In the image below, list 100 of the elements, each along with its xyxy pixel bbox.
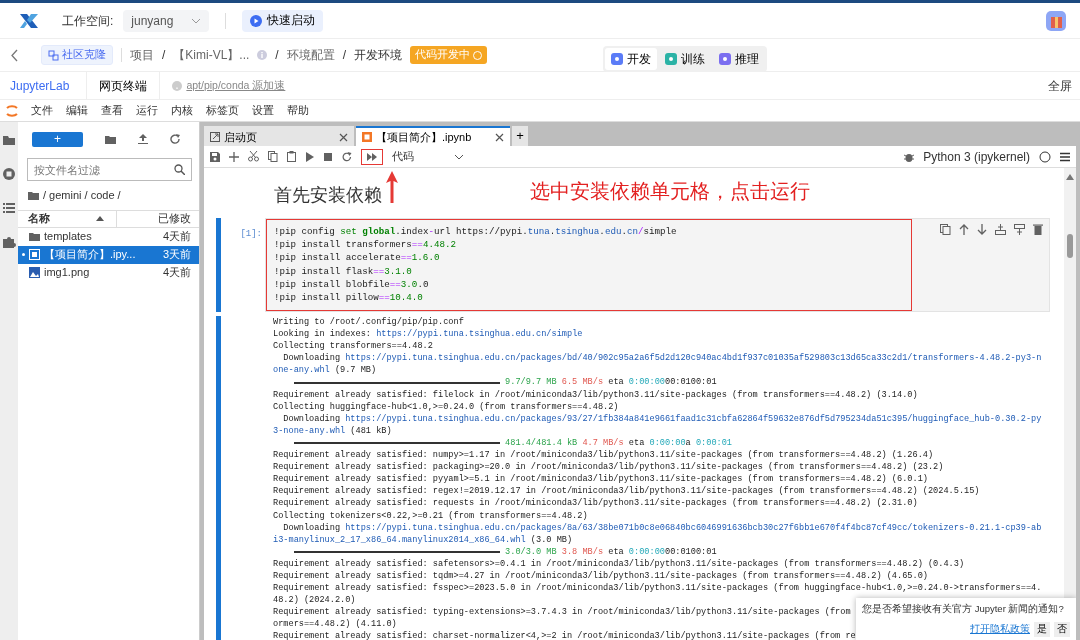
save-icon[interactable]	[210, 151, 220, 162]
code-editor[interactable]	[266, 219, 912, 311]
stop-icon[interactable]	[323, 151, 333, 162]
code-line: !pip config set global.index-url https://pypi.tuna.tsinghua.edu.cn/simple	[274, 225, 678, 239]
notification-text: 您是否希望接收有关官方 Jupyter 新闻的通知?	[862, 602, 1065, 616]
notebook-icon	[362, 132, 372, 142]
run-all-button[interactable]	[361, 148, 383, 165]
mode-tab[interactable]: 开发	[605, 48, 657, 70]
folder-icon[interactable]	[3, 134, 15, 146]
move-up-icon[interactable]	[959, 224, 969, 235]
file-modified: 4天前	[162, 229, 191, 245]
cut-icon[interactable]	[248, 151, 259, 162]
output-line: Writing to /root/.config/pip/pip.conf	[273, 316, 464, 329]
output-line: Requirement already satisfied: filelock in /root/miniconda3/lib/python3.11/site-packages (from transformers==4.48.2) (3.14.0)	[273, 388, 918, 401]
document-tab[interactable]: 【项目简介】.ipynb	[356, 126, 510, 146]
close-icon[interactable]	[495, 132, 504, 142]
progress-text: 3.0/3.0 MB 3.8 MB/s eta 0:00:0000:0100:01	[505, 545, 717, 558]
breadcrumb-item[interactable]: 开发环境	[354, 46, 403, 64]
menu-item[interactable]: 内核	[171, 102, 193, 119]
filter-field[interactable]: 按文件名过滤	[27, 158, 192, 181]
run-icon[interactable]	[305, 151, 314, 162]
notebook-icon	[29, 249, 40, 260]
fullscreen-button[interactable]: 全屏	[1048, 76, 1072, 95]
file-row[interactable]: img1.png 4天前	[18, 263, 199, 282]
output-line: Requirement already satisfied: requests in /root/miniconda3/lib/python3.11/site-packages (from transformers==4.48.2) (2.31.0)	[273, 497, 918, 510]
breadcrumb-item[interactable]: 项目	[130, 46, 154, 64]
scroll-up-icon	[1066, 174, 1074, 180]
output-line: Downloading https://pypi.tuna.tsinghua.edu.cn/packages/8a/63/38be071b0c8e06840bc6046991636bcb30c27f6bb1e670f4f4bc87cf49cc/tokenizers-0.21.1-cp39-ab	[282, 521, 1042, 534]
breadcrumb-item[interactable]: 环境配置	[286, 46, 335, 64]
mode-tab[interactable]: 训练	[659, 48, 711, 70]
sort-up-icon	[96, 216, 104, 221]
clone-tag[interactable]: 社区克隆	[41, 45, 113, 65]
breadcrumb-item[interactable]: 【Kimi-VL】...	[173, 46, 250, 64]
code-line: !pip install flask==3.1.0	[274, 264, 413, 278]
duplicate-icon[interactable]	[940, 224, 951, 235]
gift-icon	[1046, 10, 1066, 31]
breadcrumb-separator: /	[342, 47, 347, 64]
add-icon[interactable]	[229, 151, 239, 162]
output-line: Collecting huggingface-hub<1.0,>=0.24.0 (from transformers==4.48.2)	[273, 400, 619, 413]
insert-above-icon[interactable]	[995, 224, 1006, 235]
menu-icon[interactable]	[1060, 151, 1070, 162]
file-row[interactable]: 【项目简介】.ipy... 3天前	[18, 245, 199, 264]
annotation-text: 选中安装依赖单元格，点击运行	[530, 179, 810, 204]
kernel-status-icon	[1039, 150, 1051, 163]
document-tab[interactable]: 启动页	[204, 126, 354, 146]
file-name: templates	[44, 229, 92, 245]
output-line: Requirement already satisfied: fsspec>=2023.5.0 in /root/miniconda3/lib/python3.11/site-packages (from huggingface-hub<1.0,>=0.24.0->transformers==4.	[273, 582, 1042, 595]
env-tab[interactable]: JupyterLab	[0, 71, 88, 100]
scrollbar-thumb[interactable]	[1067, 234, 1073, 258]
kernel-name[interactable]: Python 3 (ipykernel)	[923, 147, 1030, 166]
new-tab-button[interactable]: +	[512, 126, 528, 146]
breadcrumb-separator: /	[162, 47, 166, 64]
output-line: Requirement already satisfied: safetensors>=0.4.1 in /root/miniconda3/lib/python3.11/site-packages (from transformers==4.48.2) (0.4.3)	[273, 557, 965, 570]
stop-circle-icon[interactable]	[3, 168, 15, 180]
close-icon[interactable]	[339, 132, 348, 142]
output-line: Requirement already satisfied: regex!=2019.12.17 in /root/miniconda3/lib/python3.11/site-packages (from transformers==4.48.2) (2024.5.15)	[273, 485, 980, 498]
privacy-link[interactable]: 打开隐私政策	[970, 622, 1030, 637]
workspace-select[interactable]: junyang	[123, 9, 210, 32]
annotation-arrow	[386, 171, 398, 203]
restart-icon[interactable]	[342, 151, 352, 162]
puzzle-icon[interactable]	[2, 236, 16, 248]
file-row[interactable]: templates 4天前	[18, 227, 199, 246]
quick-start-button[interactable]: 快速启动	[242, 9, 324, 32]
env-tab[interactable]: 网页终端	[87, 71, 161, 100]
menu-item[interactable]: 标签页	[206, 102, 239, 119]
menu-item[interactable]: 查看	[101, 102, 123, 119]
list-icon[interactable]	[3, 202, 15, 214]
menu-item[interactable]: 编辑	[66, 102, 88, 119]
menu-item[interactable]: 帮助	[287, 102, 309, 119]
launch-icon	[210, 132, 220, 142]
new-launcher-button[interactable]: +	[32, 131, 83, 147]
output-line: Requirement already satisfied: numpy>=1.17 in /root/miniconda3/lib/python3.11/site-packages (from transformers==4.48.2) (1.26.4)	[273, 449, 934, 462]
menu-item[interactable]: 文件	[31, 102, 53, 119]
refresh-icon[interactable]	[170, 133, 181, 145]
mode-tab[interactable]: 推理	[713, 48, 765, 70]
delete-icon[interactable]	[1033, 224, 1043, 235]
workspace-label: 工作空间:	[62, 12, 114, 30]
new-folder-icon[interactable]	[105, 133, 116, 145]
output-line: Downloading https://pypi.tuna.tsinghua.edu.cn/packages/93/27/1fb384a841e9661faad1c31cbfa62864f59632e876df5d795234da51c395/huggingface_hub-0.30.2-py	[282, 412, 1042, 425]
move-down-icon[interactable]	[977, 224, 987, 235]
upload-icon[interactable]	[138, 133, 148, 145]
paste-icon[interactable]	[287, 151, 296, 162]
folder-icon	[29, 231, 40, 242]
column-header[interactable]: 名称	[18, 210, 50, 227]
jupyter-logo-icon	[6, 102, 18, 119]
cell-type-select[interactable]: 代码	[392, 148, 464, 165]
copy-icon[interactable]	[268, 151, 278, 162]
play-icon	[250, 14, 263, 27]
notification-button[interactable]: 否	[1054, 622, 1070, 637]
menu-item[interactable]: 设置	[252, 102, 274, 119]
insert-below-icon[interactable]	[1014, 224, 1025, 235]
column-header[interactable]: 已修改	[158, 210, 199, 227]
mirror-link[interactable]: apt/pip/conda 源加速	[186, 77, 286, 94]
notification-button[interactable]: 是	[1034, 622, 1050, 637]
bug-icon[interactable]	[904, 151, 915, 162]
output-line: Collecting tokenizers<0.22,>=0.21 (from transformers==4.48.2)	[273, 509, 588, 522]
menu-item[interactable]: 运行	[136, 102, 158, 119]
breadcrumb-path[interactable]: / gemini / code /	[43, 187, 121, 204]
execution-count: [1]:	[239, 228, 263, 241]
file-name: img1.png	[44, 265, 90, 281]
